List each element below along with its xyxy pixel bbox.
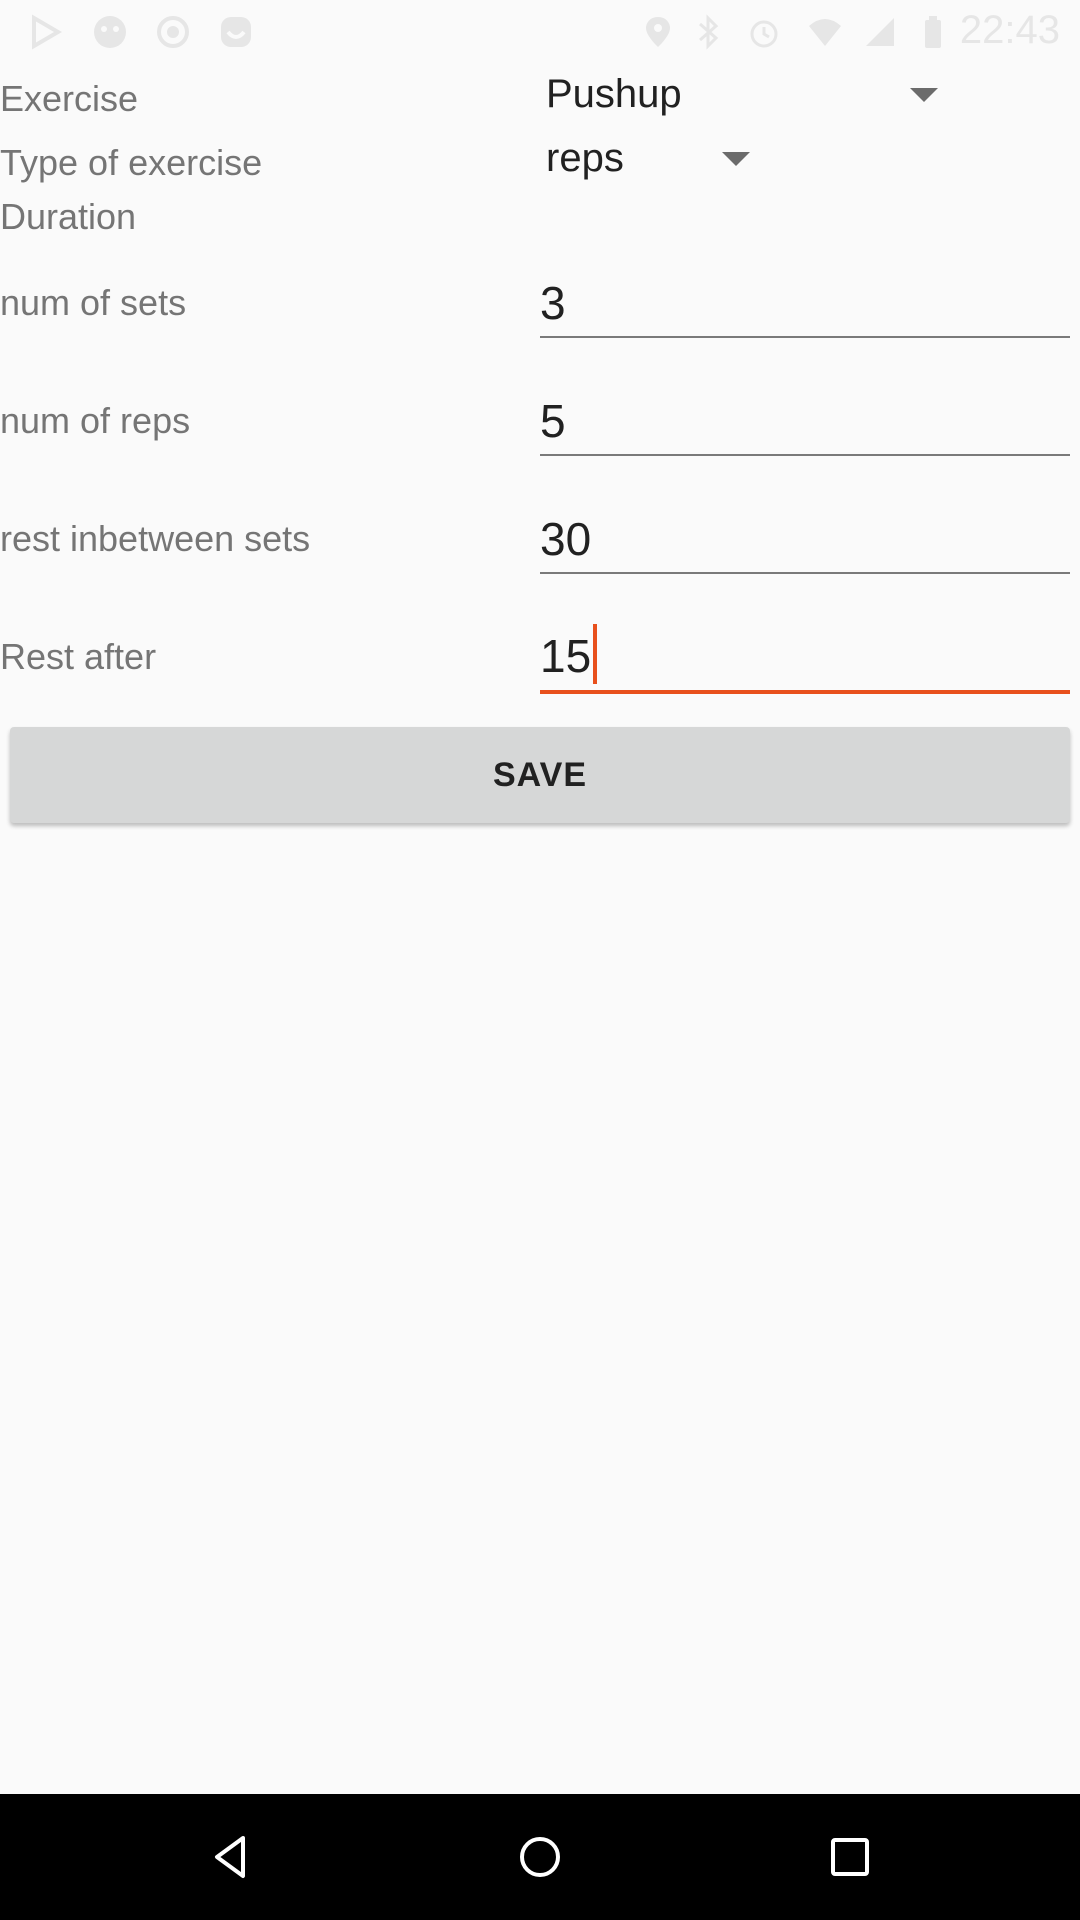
status-bar: 22:43 (0, 0, 1080, 62)
save-button[interactable]: SAVE (10, 727, 1070, 823)
exercise-spinner-value: Pushup (546, 72, 682, 116)
rest-after-label: Rest after (0, 636, 157, 677)
num-of-sets-input[interactable]: 3 (540, 266, 1070, 338)
play-store-icon (26, 12, 66, 52)
num-of-reps-label: num of reps (0, 400, 191, 441)
rest-inbetween-sets-input[interactable]: 30 (540, 502, 1070, 574)
exercise-label: Exercise (0, 78, 139, 119)
rest-after-value: 15 (540, 630, 592, 682)
num-of-sets-value: 3 (540, 277, 566, 329)
type-of-exercise-label: Type of exercise (0, 142, 263, 183)
dropdown-arrow-icon (722, 152, 750, 166)
app-notification-icon (216, 12, 256, 52)
navigation-bar (0, 1794, 1080, 1920)
dropdown-arrow-icon (910, 88, 938, 102)
bluetooth-icon (688, 12, 728, 52)
rest-after-input[interactable]: 15 (540, 620, 1070, 694)
text-cursor (593, 624, 598, 684)
num-of-reps-input[interactable]: 5 (540, 384, 1070, 456)
notification-icon (90, 12, 130, 52)
rest-inbetween-sets-value: 30 (540, 513, 592, 565)
num-of-reps-value: 5 (540, 395, 566, 447)
type-of-exercise-spinner-value: reps (546, 136, 624, 180)
rest-after-value-wrap: 15 (540, 624, 598, 684)
num-of-sets-label: num of sets (0, 282, 187, 323)
duration-label: Duration (0, 196, 137, 237)
back-icon[interactable] (200, 1827, 260, 1887)
home-icon[interactable] (510, 1827, 570, 1887)
record-icon (153, 12, 193, 52)
status-time: 22:43 (959, 8, 1060, 52)
battery-icon (913, 12, 953, 52)
alarm-icon (744, 12, 784, 52)
recents-icon[interactable] (820, 1827, 880, 1887)
wifi-icon (805, 12, 845, 52)
rest-inbetween-sets-label: rest inbetween sets (0, 518, 311, 559)
exercise-edit-screen: 22:43 Exercise Pushup Type of exercise r… (0, 0, 1080, 1920)
signal-icon (860, 12, 900, 52)
location-icon (638, 12, 678, 52)
